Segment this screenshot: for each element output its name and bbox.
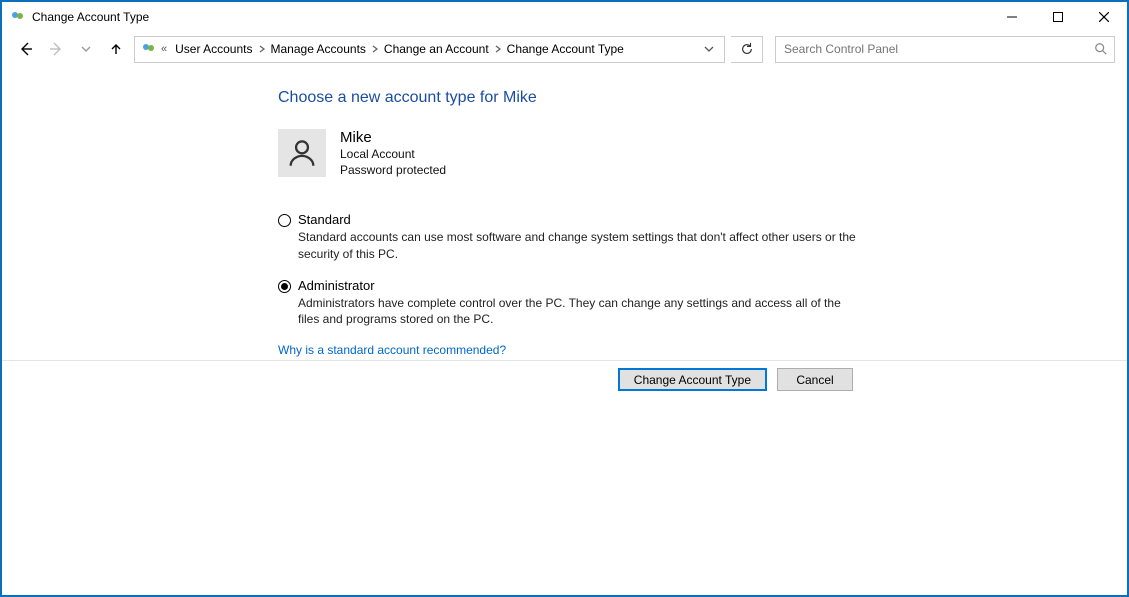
back-button[interactable]	[14, 37, 38, 61]
breadcrumb-segment[interactable]: Manage Accounts	[267, 42, 370, 56]
search-icon	[1094, 42, 1108, 56]
window-title: Change Account Type	[32, 10, 149, 24]
option-standard[interactable]: Standard Standard accounts can use most …	[278, 212, 858, 261]
address-bar[interactable]: « User Accounts Manage Accounts Change a…	[134, 36, 725, 63]
separator	[2, 360, 1127, 361]
account-status: Password protected	[340, 162, 446, 178]
address-history-dropdown[interactable]	[698, 37, 720, 62]
nav-bar: « User Accounts Manage Accounts Change a…	[2, 31, 1127, 67]
account-name: Mike	[340, 129, 446, 146]
change-account-type-button[interactable]: Change Account Type	[618, 368, 767, 391]
chevron-right-icon[interactable]	[370, 45, 380, 53]
overflow-chevrons-icon[interactable]: «	[159, 43, 169, 55]
account-type-label: Local Account	[340, 146, 446, 162]
up-button[interactable]	[104, 37, 128, 61]
button-row: Change Account Type Cancel	[618, 368, 853, 391]
location-icon	[141, 41, 157, 57]
option-label: Administrator	[298, 278, 858, 293]
breadcrumb-segment[interactable]: User Accounts	[171, 42, 256, 56]
forward-button[interactable]	[44, 37, 68, 61]
close-button[interactable]	[1081, 2, 1127, 31]
app-icon	[10, 9, 26, 25]
radio-administrator[interactable]	[278, 280, 291, 293]
recent-dropdown[interactable]	[74, 37, 98, 61]
chevron-right-icon[interactable]	[493, 45, 503, 53]
option-description: Administrators have complete control ove…	[298, 295, 858, 327]
search-box[interactable]	[775, 36, 1115, 63]
maximize-button[interactable]	[1035, 2, 1081, 31]
avatar	[278, 129, 326, 177]
cancel-button[interactable]: Cancel	[777, 368, 853, 391]
person-icon	[285, 136, 319, 170]
help-link[interactable]: Why is a standard account recommended?	[278, 343, 1127, 357]
title-bar: Change Account Type	[2, 2, 1127, 31]
breadcrumb-segment[interactable]: Change Account Type	[503, 42, 628, 56]
refresh-button[interactable]	[731, 36, 763, 63]
breadcrumb-segment[interactable]: Change an Account	[380, 42, 493, 56]
chevron-right-icon[interactable]	[257, 45, 267, 53]
radio-standard[interactable]	[278, 214, 291, 227]
account-summary: Mike Local Account Password protected	[278, 129, 1127, 178]
page-heading: Choose a new account type for Mike	[278, 89, 1127, 107]
main-content: Choose a new account type for Mike Mike …	[2, 67, 1127, 357]
option-label: Standard	[298, 212, 858, 227]
option-description: Standard accounts can use most software …	[298, 229, 858, 261]
minimize-button[interactable]	[989, 2, 1035, 31]
option-administrator[interactable]: Administrator Administrators have comple…	[278, 278, 858, 327]
search-input[interactable]	[782, 41, 1094, 57]
